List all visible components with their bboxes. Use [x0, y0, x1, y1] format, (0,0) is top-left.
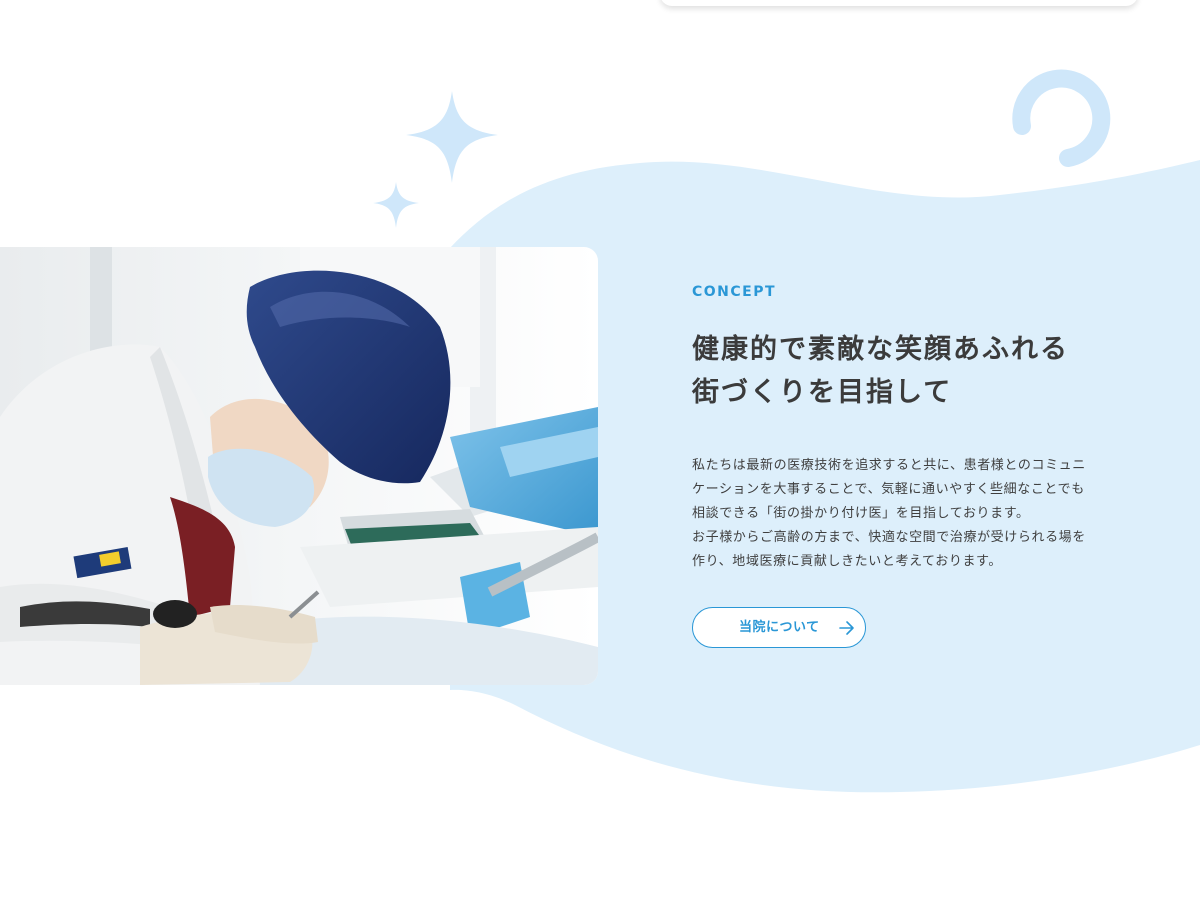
description-line: お子様からご高齢の方まで、快適な空間で治療が受けられる場を	[692, 530, 1086, 545]
description-line: 私たちは最新の医療技術を追求すると共に、患者様とのコミュニ	[692, 458, 1086, 473]
concept-content: CONCEPT 健康的で素敵な笑顔あふれる 街づくりを目指して 私たちは最新の医…	[692, 282, 1112, 574]
description-line: 相談できる「街の掛かり付け医」を目指しております。	[692, 506, 1030, 521]
sparkle-icon	[406, 91, 498, 183]
headline-line: 健康的で素敵な笑顔あふれる	[692, 334, 1069, 365]
arrow-right-icon	[839, 621, 854, 635]
description-line: ケーションを大事することで、気軽に通いやすく些細なことでも	[692, 482, 1085, 497]
concept-section: CONCEPT 健康的で素敵な笑顔あふれる 街づくりを目指して 私たちは最新の医…	[0, 0, 1200, 900]
about-clinic-button[interactable]: 当院について	[692, 607, 866, 648]
dentist-photo	[0, 247, 598, 685]
section-headline: 健康的で素敵な笑顔あふれる 街づくりを目指して	[692, 328, 1112, 414]
description-line: 作り、地域医療に貢献しきたいと考えております。	[692, 554, 1002, 569]
ring-icon	[1012, 69, 1111, 167]
headline-line: 街づくりを目指して	[692, 377, 953, 408]
section-eyebrow: CONCEPT	[692, 284, 777, 300]
sparkle-icon	[373, 182, 419, 228]
section-description: 私たちは最新の医療技術を追求すると共に、患者様とのコミュニ ケーションを大事する…	[692, 454, 1112, 574]
about-clinic-button-label: 当院について	[739, 620, 820, 635]
